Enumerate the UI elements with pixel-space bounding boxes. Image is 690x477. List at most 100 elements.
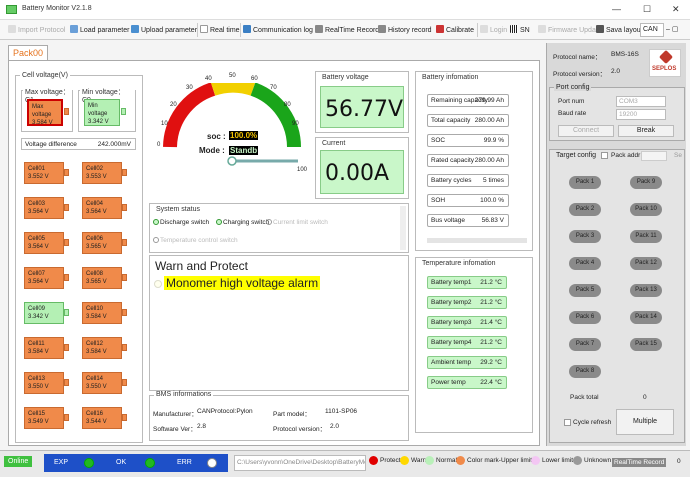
pack-13-button[interactable]: Pack 13 xyxy=(630,284,662,297)
protocol-name-value: BMS-16S xyxy=(611,51,639,58)
protocol-version-value: 2.0 xyxy=(330,423,340,430)
communication-log-button[interactable]: Communication log xyxy=(243,25,313,34)
cell-08: Cell08 3.565 V xyxy=(82,267,122,289)
pack-addr-checkbox[interactable] xyxy=(601,152,608,159)
tab-pack00[interactable]: Pack00 xyxy=(8,45,48,61)
cell-name: Cell11 xyxy=(28,341,45,347)
cycle-refresh-checkbox[interactable] xyxy=(564,419,571,426)
max-voltage-box-label: Max voltage xyxy=(32,104,52,118)
battery-terminal-icon xyxy=(64,309,69,316)
cell-name: Cell15 xyxy=(28,411,46,417)
battery-terminal-icon xyxy=(122,344,127,351)
pack-total-label: Pack total xyxy=(570,394,599,401)
pack-addr-input[interactable] xyxy=(641,151,667,161)
pack-6-button[interactable]: Pack 6 xyxy=(569,311,601,324)
pack-11-button[interactable]: Pack 11 xyxy=(630,230,662,243)
maximize-button[interactable]: ☐ xyxy=(643,4,651,15)
save-layout-button[interactable]: Sava layout xyxy=(596,25,643,34)
manufacturer-label: Manufacturer： xyxy=(153,411,198,418)
port-num-select[interactable]: COM3 xyxy=(616,96,666,107)
pack-3-button[interactable]: Pack 3 xyxy=(569,230,601,243)
info-label: Total capacity xyxy=(431,117,471,124)
cell-voltage: 3.584 V xyxy=(86,314,107,320)
realtime-record-button[interactable]: RealTime Record xyxy=(315,25,379,34)
temp-label: Battery temp4 xyxy=(431,339,472,346)
break-button[interactable]: Break xyxy=(618,125,674,137)
temperature-row: Battery temp2 21.2 °C xyxy=(427,296,507,309)
load-parameter-button[interactable]: Load parameter xyxy=(70,25,129,34)
calibrate-button[interactable]: Calibrate xyxy=(436,25,474,34)
current-group: Current 0.00A xyxy=(315,137,409,199)
battery-voltage-group: Battery voltage 56.77V xyxy=(315,71,409,133)
title-bar: Battery Monitor V2.1.8 — ☐ ✕ xyxy=(0,0,690,20)
toolbar-separator xyxy=(477,23,478,37)
import-protocol-button[interactable]: Import Protocol xyxy=(8,25,65,34)
history-record-label: History record xyxy=(388,27,432,34)
cell-07: Cell07 3.564 V xyxy=(24,267,64,289)
connect-button[interactable]: Connect xyxy=(558,125,614,137)
pack-15-button[interactable]: Pack 15 xyxy=(630,338,662,351)
upload-parameter-button[interactable]: Upload parameter xyxy=(131,25,197,34)
pack-8-button[interactable]: Pack 8 xyxy=(569,365,601,378)
info-label: Battery cycles xyxy=(431,177,472,184)
pack-1-button[interactable]: Pack 1 xyxy=(569,176,601,189)
battery-terminal-icon xyxy=(64,274,69,281)
logo-mark-icon xyxy=(658,49,674,65)
close-button[interactable]: ✕ xyxy=(672,4,680,15)
cell-name: Cell07 xyxy=(28,271,46,277)
temp-label: Battery temp2 xyxy=(431,299,472,306)
cell-voltage: 3.544 V xyxy=(86,419,107,425)
firmware-icon xyxy=(538,25,546,33)
calibrate-label: Calibrate xyxy=(446,27,475,34)
cell-voltage: 3.342 V xyxy=(28,314,49,320)
protocol-name-label: Protocol name： xyxy=(553,54,602,61)
baud-rate-select[interactable]: 19200 xyxy=(616,109,666,120)
log-path-field[interactable]: C:\Users\yvonn\OneDrive\Desktop\BatteryM… xyxy=(234,455,366,471)
window-controls[interactable]: – ▢ xyxy=(666,25,678,33)
cell-09: Cell09 3.342 V xyxy=(24,302,64,324)
scrollbar[interactable] xyxy=(400,206,406,250)
multiple-button[interactable]: Multiple xyxy=(616,409,674,435)
battery-terminal-icon xyxy=(122,169,127,176)
pack-4-button[interactable]: Pack 4 xyxy=(569,257,601,270)
gauge-hub xyxy=(227,156,237,166)
battery-terminal-icon xyxy=(64,169,69,176)
system-status-group: System status Discharge switch Charging … xyxy=(149,203,409,253)
online-badge: Online xyxy=(4,456,33,467)
current-value: 0.00A xyxy=(320,150,404,194)
minimize-button[interactable]: — xyxy=(612,4,621,14)
temperature-control-switch-indicator: Temperature control switch xyxy=(153,237,238,244)
firmware-update-button[interactable]: Firmware Update xyxy=(538,25,602,34)
pack-5-button[interactable]: Pack 5 xyxy=(569,284,601,297)
gauge-tick-label: 70 xyxy=(270,85,277,91)
cell-name: Cell01 xyxy=(28,166,46,172)
cell-05: Cell05 3.564 V xyxy=(24,232,64,254)
gauge-green-arc xyxy=(250,83,301,148)
pack-10-button[interactable]: Pack 10 xyxy=(630,203,662,216)
pack-9-button[interactable]: Pack 9 xyxy=(630,176,662,189)
pack-2-button[interactable]: Pack 2 xyxy=(569,203,601,216)
logo-text: SEPLOS xyxy=(652,66,677,72)
protocol-version-side-value: 2.0 xyxy=(611,68,621,75)
history-record-button[interactable]: History record xyxy=(378,25,432,34)
login-button[interactable]: Login xyxy=(480,25,507,34)
temp-value: 22.4 °C xyxy=(480,379,502,386)
software-version-value: 2.8 xyxy=(197,423,207,430)
status-dot-icon xyxy=(216,219,222,225)
language-select[interactable]: CAN xyxy=(640,23,664,37)
cell-name: Cell12 xyxy=(86,341,104,347)
pack-addr-label: Pack addr xyxy=(611,152,641,159)
cell-voltage: 3.564 V xyxy=(28,279,49,285)
pack-14-button[interactable]: Pack 14 xyxy=(630,311,662,324)
gauge-tick-label: 50 xyxy=(229,73,236,79)
upper-limit-legend-label: Color mark-Upper limit xyxy=(467,457,533,464)
pack-7-button[interactable]: Pack 7 xyxy=(569,338,601,351)
baud-rate-label: Baud rate xyxy=(558,110,587,117)
bms-info-group: BMS informations Manufacturer： CANProtoc… xyxy=(149,391,409,441)
pack-12-button[interactable]: Pack 12 xyxy=(630,257,662,270)
sn-button[interactable]: SN xyxy=(510,25,530,34)
horizontal-scrollbar[interactable] xyxy=(427,238,527,243)
real-time-checkbox[interactable]: Real time xyxy=(200,25,240,34)
unknown-legend-label: Unknown xyxy=(584,457,612,464)
cell-name: Cell04 xyxy=(86,201,104,207)
